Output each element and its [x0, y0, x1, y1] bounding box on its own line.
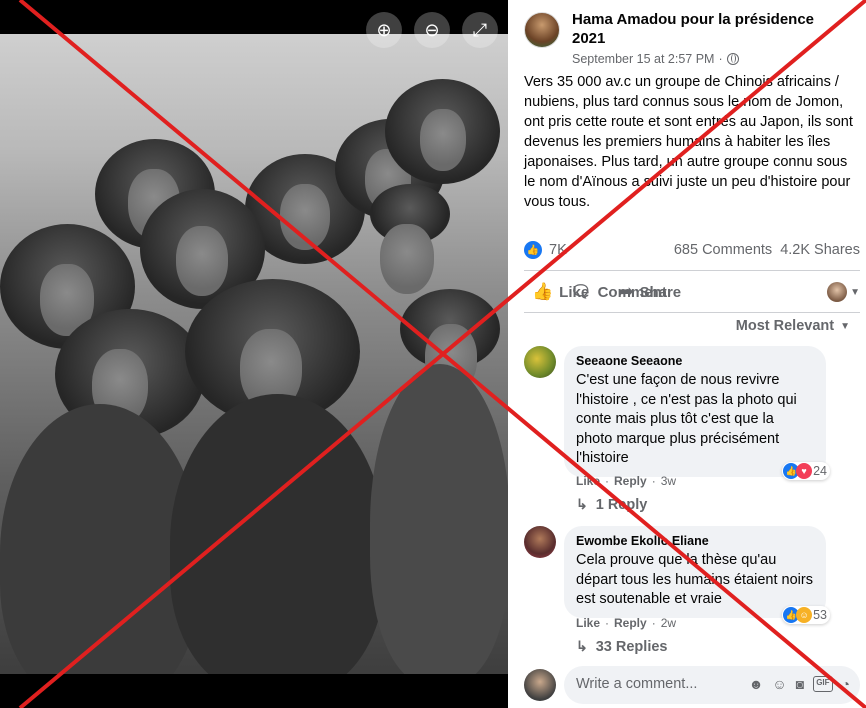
comment-age[interactable]: 2w	[661, 616, 676, 630]
comment-text: C'est une façon de nous revivre l'histoi…	[576, 372, 797, 466]
commenter-name[interactable]: Seeaone Seeaone	[576, 354, 814, 368]
comment-actions: Like · Reply · 3w	[576, 474, 676, 488]
caret-down-icon: ▼	[840, 320, 850, 332]
comment-item: Seeaone Seeaone C'est une façon de nous …	[524, 346, 860, 516]
like-reaction-icon: 👍	[524, 241, 542, 259]
comment-text: Cela prouve que la thèse qu'au départ to…	[576, 552, 813, 607]
post-panel: Hama Amadou pour la présidence 2021 Sept…	[508, 0, 866, 708]
sort-label: Most Relevant	[735, 318, 835, 334]
view-replies-link[interactable]: ↳ 1 Reply	[576, 496, 647, 513]
comment-button-label: Comment	[597, 283, 667, 301]
post-text: Vers 35 000 av.c un groupe de Chinois af…	[524, 74, 853, 210]
photo-figure	[280, 184, 330, 250]
page-name-link[interactable]: Hama Amadou pour la présidence 2021	[572, 10, 832, 48]
avatar-sticker-icon[interactable]: ☻	[749, 676, 764, 692]
stats-right: 685 Comments 4.2K Shares	[674, 242, 860, 258]
commenter-avatar[interactable]	[524, 346, 556, 378]
comment-like-link[interactable]: Like	[576, 616, 600, 630]
post-timestamp[interactable]: September 15 at 2:57 PM	[572, 52, 714, 66]
comment-item: Ewombe Ekollo Eliane Cela prouve que la …	[524, 526, 860, 662]
dot-separator: ·	[605, 474, 610, 488]
viewer-controls: ⊕ ⊖ ⤢	[366, 12, 498, 48]
reply-arrow-icon: ↳	[576, 496, 588, 512]
comment-reactions[interactable]: 👍 ♥ 24	[782, 462, 830, 480]
divider	[524, 270, 860, 271]
comment-bubble: Ewombe Ekollo Eliane Cela prouve que la …	[564, 526, 826, 618]
shares-count[interactable]: 4.2K Shares	[780, 242, 860, 258]
comment-reactions-count: 53	[813, 608, 827, 622]
comment-button[interactable]: 🗨 Comment	[570, 274, 866, 310]
photo-viewer: ⊕ ⊖ ⤢	[0, 0, 508, 708]
comment-reply-link[interactable]: Reply	[614, 474, 647, 488]
write-comment-bar: Write a comment... ☻ ☺ ◙ GIF ◔	[524, 666, 860, 704]
comment-actions: Like · Reply · 2w	[576, 616, 676, 630]
view-replies-link[interactable]: ↳ 33 Replies	[576, 638, 667, 655]
meta-separator: ·	[718, 52, 723, 66]
comment-reactions-count: 24	[813, 464, 827, 478]
post-stats: 👍 7K 685 Comments 4.2K Shares	[524, 240, 860, 262]
emoji-icon[interactable]: ☺	[772, 676, 786, 692]
thumbs-up-icon: 👍	[532, 282, 554, 301]
zoom-in-icon[interactable]: ⊕	[366, 12, 402, 48]
reactions-count[interactable]: 7K	[549, 242, 567, 258]
post-header: Hama Amadou pour la présidence 2021 Sept…	[524, 10, 854, 70]
photo-figure	[176, 226, 228, 296]
dot-separator: ·	[605, 616, 610, 630]
replies-count: 33 Replies	[595, 638, 668, 655]
comment-reactions[interactable]: 👍 ☺ 53	[782, 606, 830, 624]
photo-figure	[380, 224, 434, 294]
comments-count[interactable]: 685 Comments	[674, 242, 772, 258]
post-photo[interactable]	[0, 34, 508, 674]
caret-down-icon: ▼	[850, 286, 860, 298]
divider	[524, 312, 860, 313]
sticker-icon[interactable]: ◔	[842, 676, 850, 692]
photo-figure	[170, 394, 385, 674]
dot-separator: ·	[651, 616, 656, 630]
speech-bubble-icon: 🗨	[570, 282, 592, 301]
avatar[interactable]	[524, 669, 556, 701]
share-as-selector[interactable]: ▼	[827, 282, 860, 302]
globe-icon	[726, 53, 739, 65]
sort-dropdown[interactable]: Most Relevant ▼	[736, 318, 850, 334]
comment-like-link[interactable]: Like	[576, 474, 600, 488]
comment-bubble: Seeaone Seeaone C'est une façon de nous …	[564, 346, 826, 477]
post-actions: 👍 Like 🗨 Comment ➦ Share ▼	[524, 274, 860, 310]
zoom-out-icon[interactable]: ⊖	[414, 12, 450, 48]
love-reaction-icon: ♥	[796, 463, 813, 479]
photo-figure	[370, 364, 508, 674]
fullscreen-icon[interactable]: ⤢	[462, 12, 498, 48]
gif-icon[interactable]: GIF	[813, 676, 833, 692]
post-meta: September 15 at 2:57 PM ·	[572, 52, 739, 66]
replies-count: 1 Reply	[595, 496, 648, 513]
comment-age[interactable]: 3w	[661, 474, 676, 488]
comment-reply-link[interactable]: Reply	[614, 616, 647, 630]
haha-reaction-icon: ☺	[796, 607, 813, 623]
camera-icon[interactable]: ◙	[796, 676, 804, 692]
comment-input-icons: ☻ ☺ ◙ GIF ◔	[749, 676, 850, 692]
photo-figure	[420, 109, 466, 171]
dot-separator: ·	[651, 474, 656, 488]
commenter-avatar[interactable]	[524, 526, 556, 558]
avatar	[827, 282, 848, 302]
commenter-name[interactable]: Ewombe Ekollo Eliane	[576, 534, 814, 548]
reply-arrow-icon: ↳	[576, 638, 588, 654]
page-avatar[interactable]	[524, 12, 560, 48]
